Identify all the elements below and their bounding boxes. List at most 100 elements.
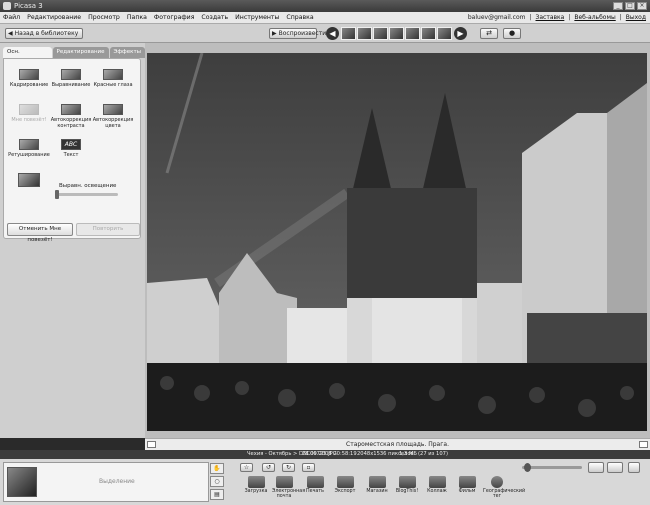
crop-icon bbox=[19, 69, 39, 80]
tag-button[interactable]: ▫ bbox=[302, 463, 315, 472]
geotag-button[interactable]: Географический тег bbox=[483, 476, 525, 499]
tab-tuning[interactable]: Редактирование bbox=[52, 47, 109, 58]
tab-basic-fixes[interactable]: Осн. операции bbox=[3, 47, 52, 66]
red-eye-tool[interactable]: Красные глаза bbox=[92, 69, 134, 88]
blogger-icon bbox=[398, 476, 416, 488]
next-photo-button[interactable]: ▶ bbox=[454, 27, 467, 40]
shop-button[interactable]: Магазин bbox=[365, 476, 389, 494]
window-title: Picasa 3 bbox=[14, 2, 43, 10]
star-button[interactable]: ☆ bbox=[240, 463, 253, 472]
caption-trash-icon[interactable] bbox=[639, 441, 648, 448]
photo-image bbox=[147, 53, 647, 431]
filmstrip-thumbnail[interactable] bbox=[357, 27, 372, 40]
auto-contrast-tool[interactable]: Автокоррекция контраста bbox=[50, 104, 92, 129]
filmstrip-thumbnail[interactable] bbox=[437, 27, 452, 40]
edit-panel: Осн. операции Редактирование Эффекты Кад… bbox=[0, 43, 145, 438]
filmstrip bbox=[341, 27, 452, 40]
print-button[interactable]: Печать bbox=[303, 476, 327, 494]
text-tool[interactable]: ABC Текст bbox=[50, 139, 92, 158]
retouch-tool[interactable]: Ретуширование bbox=[8, 139, 50, 158]
export-button[interactable]: Экспорт bbox=[333, 476, 357, 494]
play-label: Воспроизвести bbox=[278, 30, 327, 37]
main-photo[interactable] bbox=[147, 53, 647, 431]
view-mode-compare-button[interactable] bbox=[607, 462, 623, 473]
photo-caption[interactable]: Староместская площадь. Прага. bbox=[145, 441, 650, 448]
toolbar: ◀ Назад в библиотеку ▶ Воспроизвести ◀ ▶… bbox=[0, 24, 650, 43]
menu-edit[interactable]: Редактирование bbox=[27, 14, 81, 21]
close-button[interactable]: × bbox=[637, 2, 647, 10]
menu-tools[interactable]: Инструменты bbox=[235, 14, 279, 21]
menu-help[interactable]: Справка bbox=[286, 14, 313, 21]
globe-icon[interactable]: ● bbox=[503, 28, 521, 39]
tray-thumbnail[interactable] bbox=[7, 467, 37, 497]
previous-photo-button[interactable]: ◀ bbox=[326, 27, 339, 40]
minimize-button[interactable]: _ bbox=[613, 2, 623, 10]
filmstrip-thumbnail[interactable] bbox=[373, 27, 388, 40]
straighten-icon bbox=[61, 69, 81, 80]
rotate-right-button[interactable]: ↻ bbox=[282, 463, 295, 472]
envelope-icon bbox=[275, 476, 293, 488]
retouch-icon bbox=[19, 139, 39, 150]
zoom-knob[interactable] bbox=[524, 463, 531, 472]
hold-icon[interactable]: ✋ bbox=[210, 463, 224, 474]
filmstrip-thumbnail[interactable] bbox=[405, 27, 420, 40]
maximize-button[interactable]: □ bbox=[625, 2, 635, 10]
upload-button[interactable]: Загрузка bbox=[244, 476, 268, 494]
photo-count: (27 из 107) bbox=[418, 451, 448, 457]
clear-icon[interactable]: ○ bbox=[210, 476, 224, 487]
caption-bar: Староместская площадь. Прага. bbox=[145, 438, 650, 450]
eye-icon bbox=[103, 69, 123, 80]
back-label: Назад в библиотеку bbox=[14, 30, 79, 37]
contrast-icon bbox=[61, 104, 81, 115]
link-screensaver[interactable]: Заставка bbox=[536, 14, 565, 21]
tray-label: Выделение bbox=[99, 478, 135, 485]
fill-light-slider[interactable] bbox=[55, 190, 118, 199]
redo-button[interactable]: Повторить bbox=[76, 223, 140, 236]
photo-tray: Выделение bbox=[3, 462, 209, 502]
slider-thumb[interactable] bbox=[55, 190, 59, 199]
tab-effects[interactable]: Эффекты bbox=[109, 47, 145, 58]
share-icon[interactable]: ⇄ bbox=[480, 28, 498, 39]
menu-file[interactable]: Файл bbox=[3, 14, 20, 21]
photo-date: 28.09.2008 20:58:19 bbox=[302, 451, 357, 457]
zoom-slider[interactable] bbox=[522, 463, 582, 472]
feeling-lucky-tool[interactable]: Мне повезёт! bbox=[8, 104, 50, 123]
bottom-bar: Выделение ✋ ○ ▤ ☆ ↺ ↻ ▫ Загрузка Электро… bbox=[0, 459, 650, 505]
play-slideshow-button[interactable]: ▶ Воспроизвести bbox=[269, 28, 326, 39]
back-to-library-button[interactable]: ◀ Назад в библиотеку bbox=[5, 28, 84, 39]
globe-icon bbox=[491, 476, 503, 488]
color-icon bbox=[103, 104, 123, 115]
link-sign-out[interactable]: Выход bbox=[626, 14, 646, 21]
photo-info-bar: Чехия - Октябрь > DSC06725.JPG 28.09.200… bbox=[0, 450, 650, 459]
photo-filesize: 1,3 МБ bbox=[399, 451, 417, 457]
folder-icon bbox=[336, 476, 354, 488]
collage-button[interactable]: Коллаж bbox=[425, 476, 449, 494]
straighten-tool[interactable]: Выравнивание bbox=[50, 69, 92, 88]
menu-photo[interactable]: Фотография bbox=[154, 14, 195, 21]
view-mode-single-button[interactable] bbox=[588, 462, 604, 473]
account-email: baluev@gmail.com bbox=[467, 14, 526, 21]
upload-icon bbox=[247, 476, 265, 488]
blogthis-button[interactable]: BlogThis! bbox=[395, 476, 419, 494]
filmstrip-thumbnail[interactable] bbox=[341, 27, 356, 40]
film-icon bbox=[458, 476, 476, 488]
menu-view[interactable]: Просмотр bbox=[88, 14, 120, 21]
movie-button[interactable]: Фильм bbox=[455, 476, 479, 494]
filmstrip-thumbnail[interactable] bbox=[389, 27, 404, 40]
fullscreen-button[interactable] bbox=[628, 462, 640, 473]
menu-folder[interactable]: Папка bbox=[127, 14, 147, 21]
email-button[interactable]: Электронная почта bbox=[272, 476, 305, 499]
menu-create[interactable]: Создать bbox=[201, 14, 228, 21]
title-bar: Picasa 3 _ □ × bbox=[0, 0, 650, 12]
fill-light-label: Выравн. освещение bbox=[59, 183, 117, 189]
rotate-left-button[interactable]: ↺ bbox=[262, 463, 275, 472]
filmstrip-thumbnail[interactable] bbox=[421, 27, 436, 40]
add-to-album-icon[interactable]: ▤ bbox=[210, 489, 224, 500]
collage-icon bbox=[428, 476, 446, 488]
auto-color-tool[interactable]: Автокоррекция цвета bbox=[92, 104, 134, 129]
link-web-albums[interactable]: Веб-альбомы bbox=[574, 14, 615, 21]
menu-bar: Файл Редактирование Просмотр Папка Фотог… bbox=[0, 12, 650, 24]
undo-button[interactable]: Отменить Мне повезёт! bbox=[7, 223, 73, 243]
crop-tool[interactable]: Кадрирование bbox=[8, 69, 50, 88]
photo-viewer bbox=[145, 43, 650, 438]
